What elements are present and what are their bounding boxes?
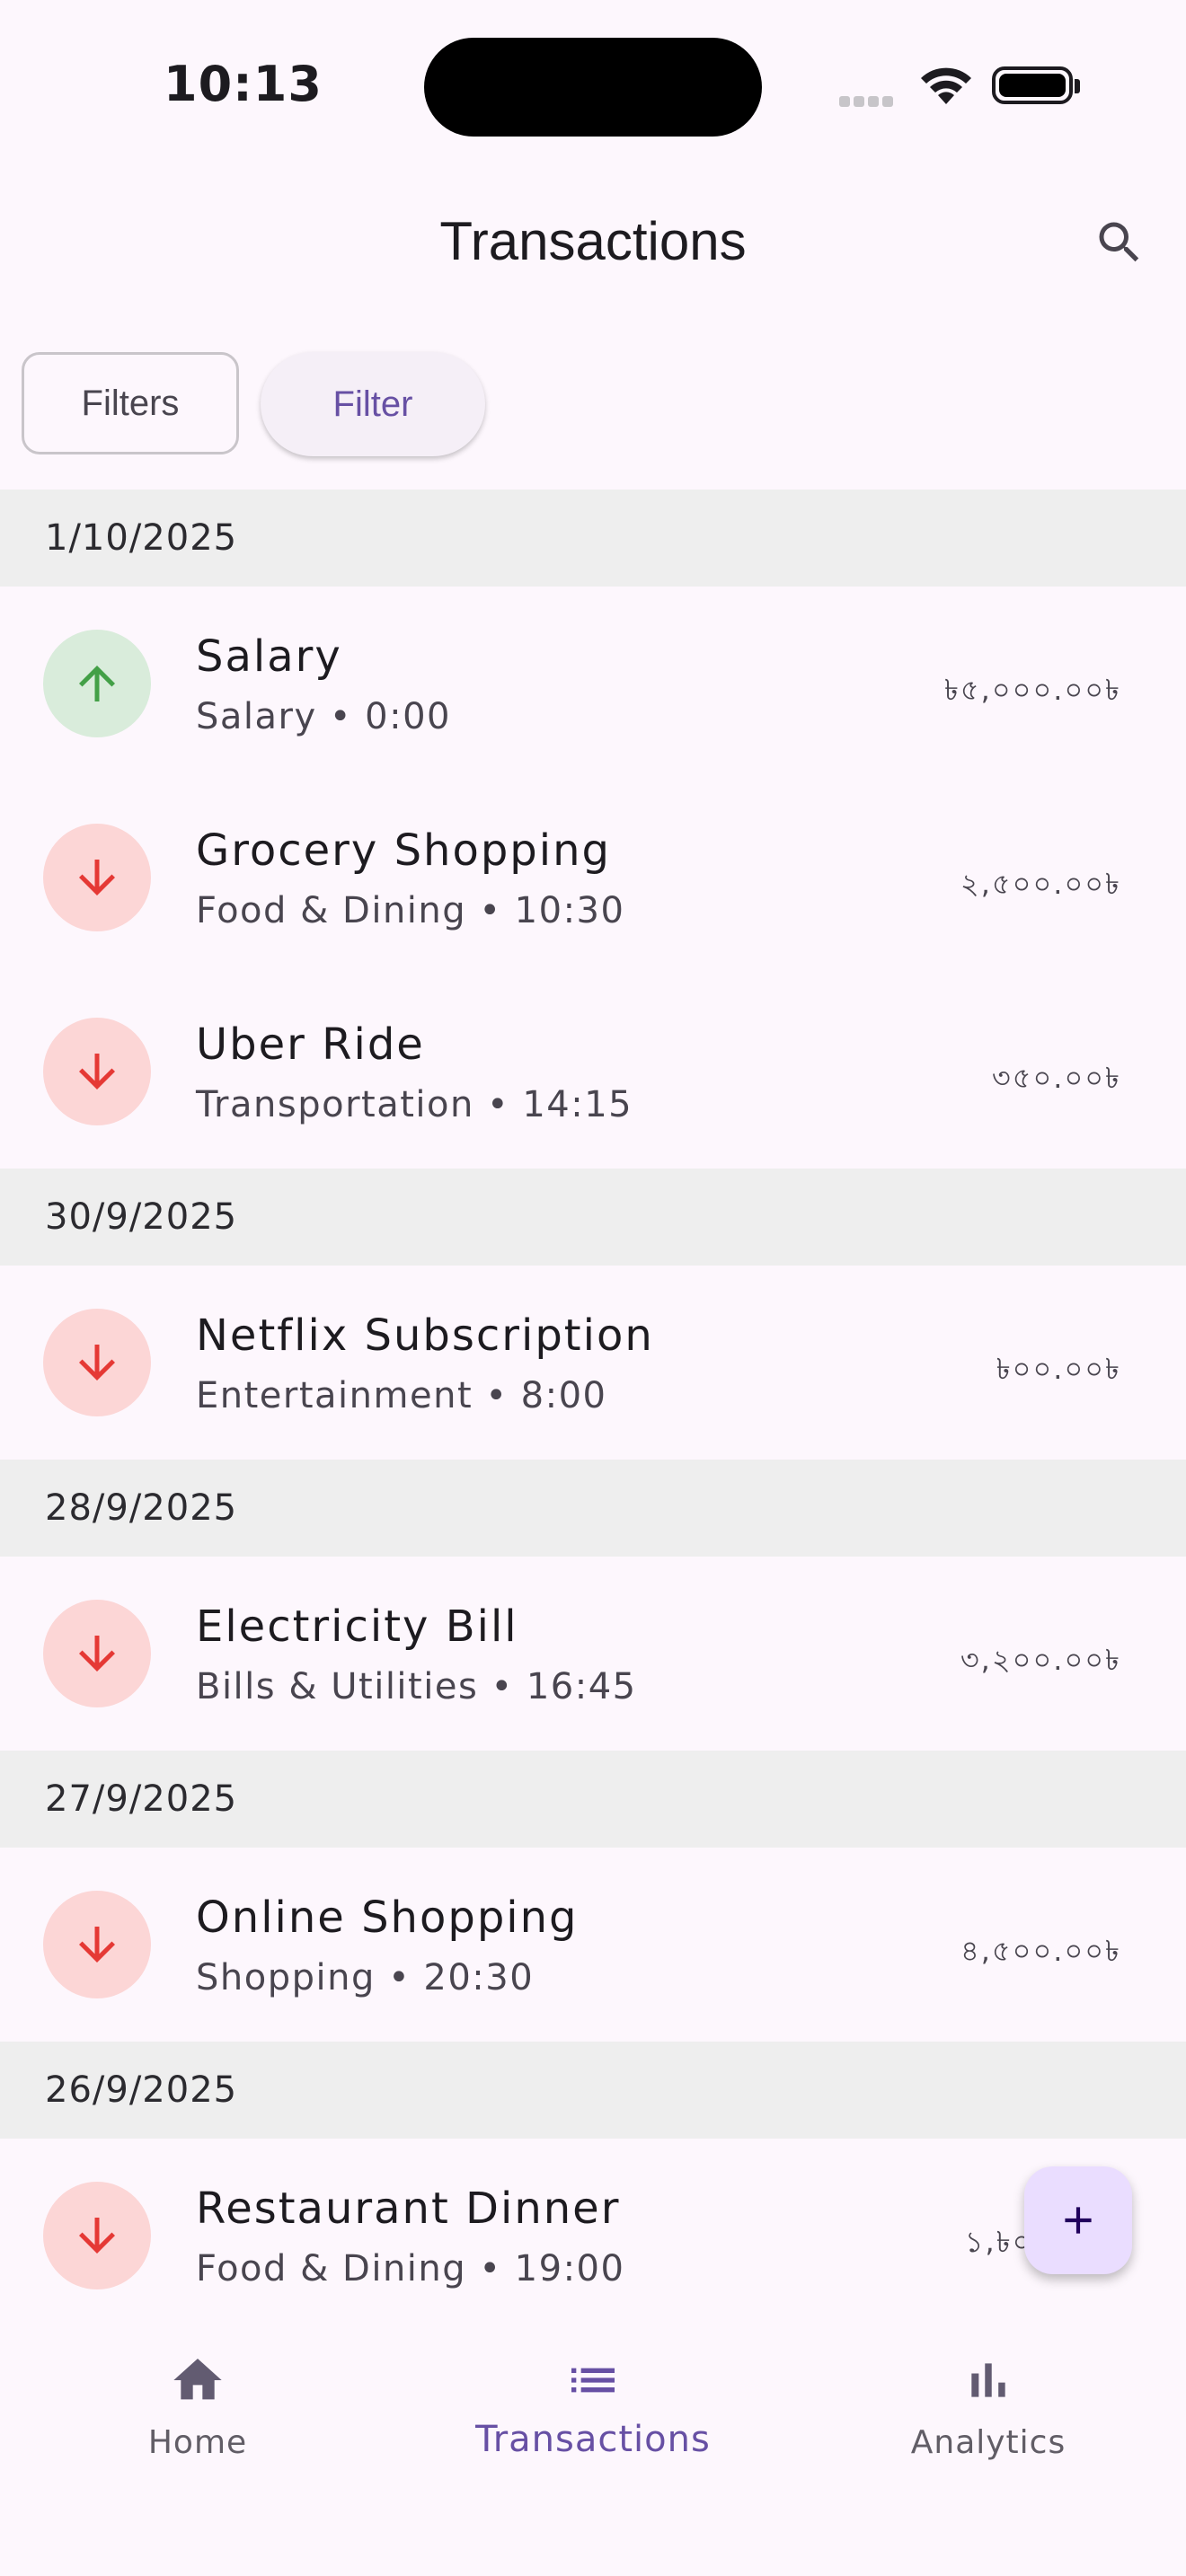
transaction-amount: ৳৫,০০০.০০৳ xyxy=(943,673,1121,707)
arrow-down-icon xyxy=(79,860,115,895)
transaction-row[interactable]: Uber Ride Transportation • 14:15 ৩৫০.০০৳ xyxy=(0,975,1186,1169)
expense-avatar xyxy=(43,1600,151,1707)
transaction-subtitle: Transportation • 14:15 xyxy=(196,1084,633,1125)
transaction-row[interactable]: Online Shopping Shopping • 20:30 ৪,৫০০.০… xyxy=(0,1848,1186,2042)
add-transaction-button[interactable] xyxy=(1024,2166,1132,2274)
nav-item-home[interactable]: Home xyxy=(0,2322,395,2501)
transaction-row[interactable]: Salary Salary • 0:00 ৳৫,০০০.০০৳ xyxy=(0,587,1186,781)
page-title: Transactions xyxy=(439,211,747,271)
arrow-down-icon xyxy=(79,1054,115,1090)
nav-item-analytics[interactable]: Analytics xyxy=(791,2322,1186,2501)
search-icon xyxy=(1099,222,1139,262)
transaction-subtitle: Shopping • 20:30 xyxy=(196,1957,535,1998)
cellular-signal-icon xyxy=(839,93,897,110)
status-time: 10:13 xyxy=(164,56,323,112)
home-icon xyxy=(173,2359,222,2400)
wifi-icon xyxy=(921,67,971,104)
date-header: 27/9/2025 xyxy=(0,1751,1186,1848)
date-header: 1/10/2025 xyxy=(0,490,1186,587)
filter-button[interactable]: Filter xyxy=(261,352,485,456)
transaction-name: Netflix Subscription xyxy=(196,1310,654,1361)
transaction-row[interactable]: Restaurant Dinner Food & Dining • 19:00 … xyxy=(0,2139,1186,2322)
plus-icon xyxy=(1065,2207,1092,2234)
date-header: 30/9/2025 xyxy=(0,1169,1186,1266)
transaction-name: Grocery Shopping xyxy=(196,825,611,876)
transaction-row[interactable]: Electricity Bill Bills & Utilities • 16:… xyxy=(0,1557,1186,1751)
bar-chart-icon xyxy=(971,2363,1005,2397)
nav-item-transactions[interactable]: Transactions xyxy=(395,2322,791,2501)
expense-avatar xyxy=(43,1891,151,1998)
transaction-amount: ৳০০.০০৳ xyxy=(996,1352,1121,1386)
bottom-navigation: Home Transactions Analytics xyxy=(0,2322,1186,2576)
nav-label-transactions: Transactions xyxy=(475,2419,711,2460)
status-bar: 10:13 xyxy=(0,0,1186,171)
expense-avatar xyxy=(43,1309,151,1416)
battery-icon xyxy=(992,66,1080,104)
dynamic-island xyxy=(424,38,762,137)
filters-button[interactable]: Filters xyxy=(22,352,239,454)
nav-label-home: Home xyxy=(147,2424,248,2461)
arrow-down-icon xyxy=(79,1927,115,1963)
transaction-amount: ৩,২০০.০০৳ xyxy=(960,1643,1121,1677)
transaction-name: Salary xyxy=(196,631,342,682)
transaction-name: Restaurant Dinner xyxy=(196,2183,621,2234)
date-header: 26/9/2025 xyxy=(0,2042,1186,2139)
transaction-name: Online Shopping xyxy=(196,1892,579,1943)
transactions-list[interactable]: 1/10/2025 Salary Salary • 0:00 ৳৫,০০০.০০… xyxy=(0,490,1186,2322)
transaction-name: Electricity Bill xyxy=(196,1601,518,1652)
transaction-subtitle: Food & Dining • 10:30 xyxy=(196,890,625,931)
arrow-up-icon xyxy=(79,666,115,701)
transaction-subtitle: Food & Dining • 19:00 xyxy=(196,2248,625,2289)
transaction-subtitle: Bills & Utilities • 16:45 xyxy=(196,1666,637,1707)
expense-avatar xyxy=(43,2182,151,2289)
transaction-amount: ২,৫০০.০০৳ xyxy=(960,867,1121,901)
transaction-amount: ৩৫০.০০৳ xyxy=(991,1061,1121,1095)
transaction-name: Uber Ride xyxy=(196,1019,425,1070)
date-header: 28/9/2025 xyxy=(0,1460,1186,1557)
transaction-row[interactable]: Netflix Subscription Entertainment • 8:0… xyxy=(0,1266,1186,1460)
arrow-down-icon xyxy=(79,1636,115,1672)
transaction-row[interactable]: Grocery Shopping Food & Dining • 10:30 ২… xyxy=(0,781,1186,975)
transaction-subtitle: Entertainment • 8:00 xyxy=(196,1375,607,1416)
search-button[interactable] xyxy=(1084,207,1155,278)
expense-avatar xyxy=(43,1018,151,1125)
income-avatar xyxy=(43,630,151,737)
app-bar: Transactions xyxy=(0,171,1186,314)
expense-avatar xyxy=(43,824,151,931)
arrow-down-icon xyxy=(79,1345,115,1381)
transaction-amount: ৪,৫০০.০০৳ xyxy=(960,1934,1121,1968)
list-icon xyxy=(571,2368,615,2393)
transaction-subtitle: Salary • 0:00 xyxy=(196,696,451,737)
nav-label-analytics: Analytics xyxy=(910,2424,1067,2461)
arrow-down-icon xyxy=(79,2218,115,2254)
